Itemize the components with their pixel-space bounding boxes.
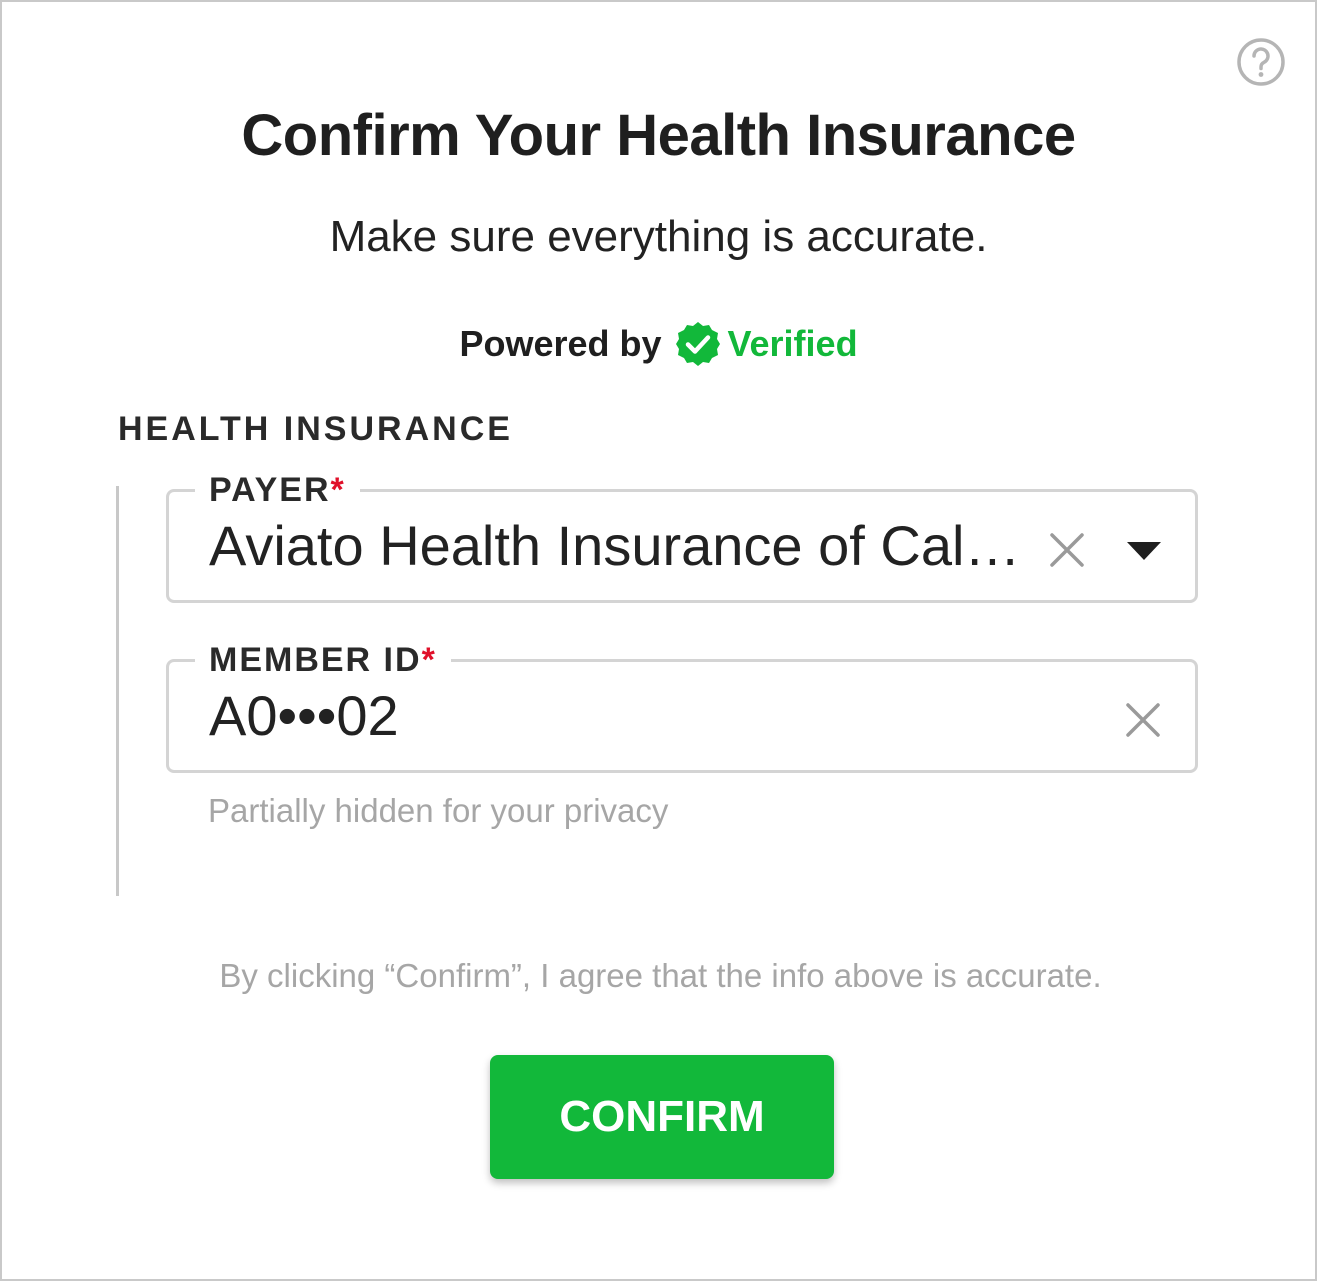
powered-by-label: Powered by	[459, 323, 662, 364]
verified-badge-icon	[675, 322, 720, 366]
required-mark: *	[421, 641, 437, 679]
member-id-label: MEMBER ID*	[195, 640, 451, 680]
insurance-dialog: Confirm Your Health Insurance Make sure …	[0, 0, 1317, 1281]
section-label: HEALTH INSURANCE	[118, 410, 513, 448]
payer-label-text: PAYER	[209, 471, 331, 509]
payer-select[interactable]: PAYER* Aviato Health Insurance of Cal…	[166, 470, 1198, 603]
payer-value: Aviato Health Insurance of Cal…	[209, 514, 1021, 577]
section-divider	[116, 486, 119, 896]
member-id-input[interactable]: MEMBER ID* A0•••02	[166, 640, 1198, 773]
member-id-value: A0•••02	[209, 684, 399, 747]
page-subtitle: Make sure everything is accurate.	[329, 212, 988, 261]
confirm-button[interactable]: CONFIRM	[490, 1055, 834, 1179]
clear-icon[interactable]	[1049, 532, 1085, 568]
brand-name: Verified	[727, 323, 858, 364]
agreement-text: By clicking “Confirm”, I agree that the …	[219, 957, 1102, 994]
clear-icon[interactable]	[1125, 702, 1161, 738]
member-id-label-text: MEMBER ID	[209, 641, 422, 679]
required-mark: *	[330, 471, 346, 509]
privacy-hint: Partially hidden for your privacy	[208, 792, 669, 829]
help-icon[interactable]	[1236, 37, 1286, 87]
payer-label: PAYER*	[195, 470, 360, 510]
powered-by: Powered by Verified	[2, 320, 1315, 368]
chevron-down-icon[interactable]	[1127, 542, 1161, 560]
page-title: Confirm Your Health Insurance	[241, 103, 1076, 168]
